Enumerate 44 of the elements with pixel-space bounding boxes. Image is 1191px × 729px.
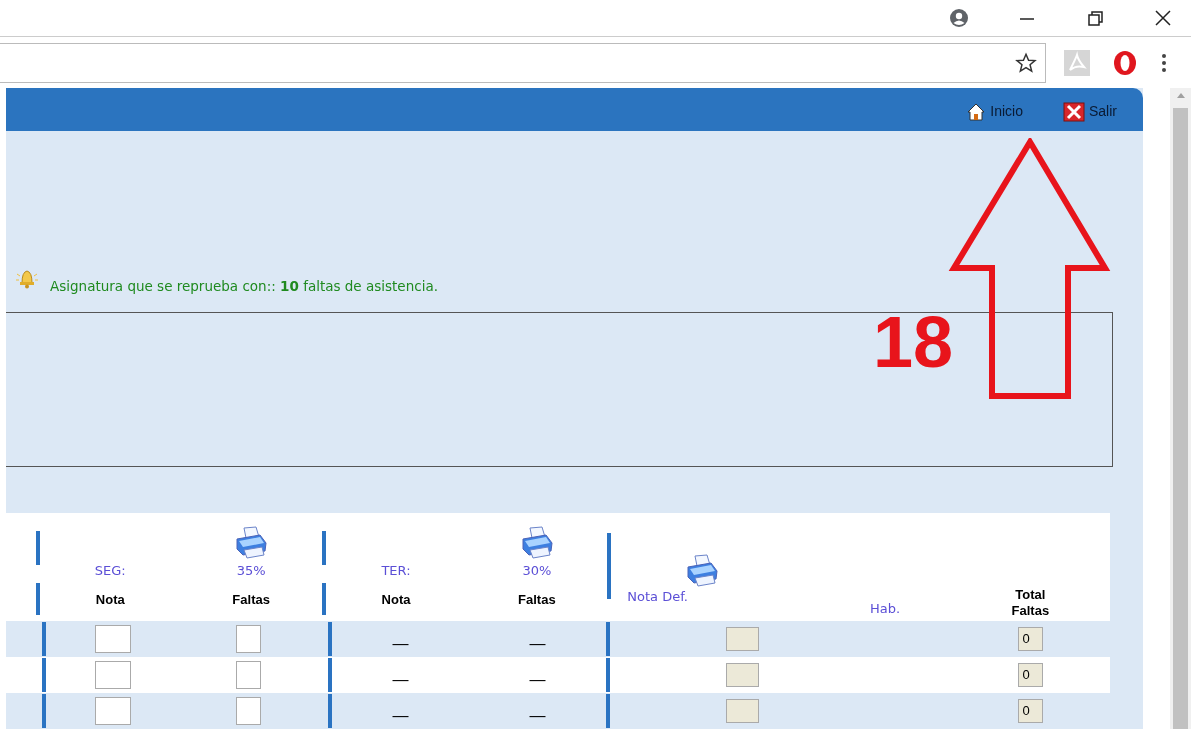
absences-field[interactable] xyxy=(235,625,261,653)
empty-value: — xyxy=(392,670,409,690)
printer-icon[interactable] xyxy=(234,524,269,559)
final-grade-field xyxy=(725,627,759,651)
printer-icon[interactable] xyxy=(685,553,720,587)
column-header: Hab. xyxy=(869,599,901,618)
column-header: Nota Def. xyxy=(627,588,688,606)
weight-label: 30% xyxy=(522,561,552,580)
column-header: Nota xyxy=(94,591,126,610)
grade-field[interactable] xyxy=(95,661,132,689)
notice-text: Asignatura que se reprueba con:: 10 faltas de asistencia. xyxy=(50,276,438,296)
empty-value: — xyxy=(529,670,546,690)
total-absences-field: 0 xyxy=(1017,699,1043,723)
period-label: SEG: xyxy=(93,561,127,580)
home-link[interactable]: Inicio xyxy=(966,97,1023,122)
absences-field[interactable] xyxy=(235,661,261,689)
total-absences-field: 0 xyxy=(1017,627,1043,651)
column-header: Nota xyxy=(380,591,412,610)
star-icon[interactable] xyxy=(1015,51,1037,74)
grade-field[interactable] xyxy=(95,625,132,653)
empty-value: — xyxy=(529,706,546,726)
account-icon[interactable] xyxy=(949,8,969,29)
close-box-icon xyxy=(1063,101,1085,122)
exit-link[interactable]: Salir xyxy=(1063,97,1117,122)
annotation-number: 18 xyxy=(873,302,954,382)
final-grade-field xyxy=(725,663,759,687)
printer-icon[interactable] xyxy=(519,524,554,559)
scrollbar[interactable] xyxy=(1170,88,1191,729)
column-header: Faltas xyxy=(231,591,271,610)
period-label: TER: xyxy=(380,561,412,580)
column-header: Faltas xyxy=(517,591,557,610)
address-field[interactable] xyxy=(0,42,1046,83)
empty-value: — xyxy=(392,706,409,726)
restore-icon[interactable] xyxy=(1085,8,1105,29)
final-grade-field xyxy=(725,699,759,723)
total-absences-field: 0 xyxy=(1017,663,1043,687)
empty-value: — xyxy=(529,634,546,654)
menu-icon[interactable] xyxy=(1160,51,1168,74)
grade-field[interactable] xyxy=(95,697,132,725)
absences-field[interactable] xyxy=(235,697,261,725)
empty-value: — xyxy=(392,634,409,654)
weight-label: 35% xyxy=(236,561,266,580)
house-icon xyxy=(966,101,987,122)
column-header: Total Faltas xyxy=(1010,587,1051,619)
